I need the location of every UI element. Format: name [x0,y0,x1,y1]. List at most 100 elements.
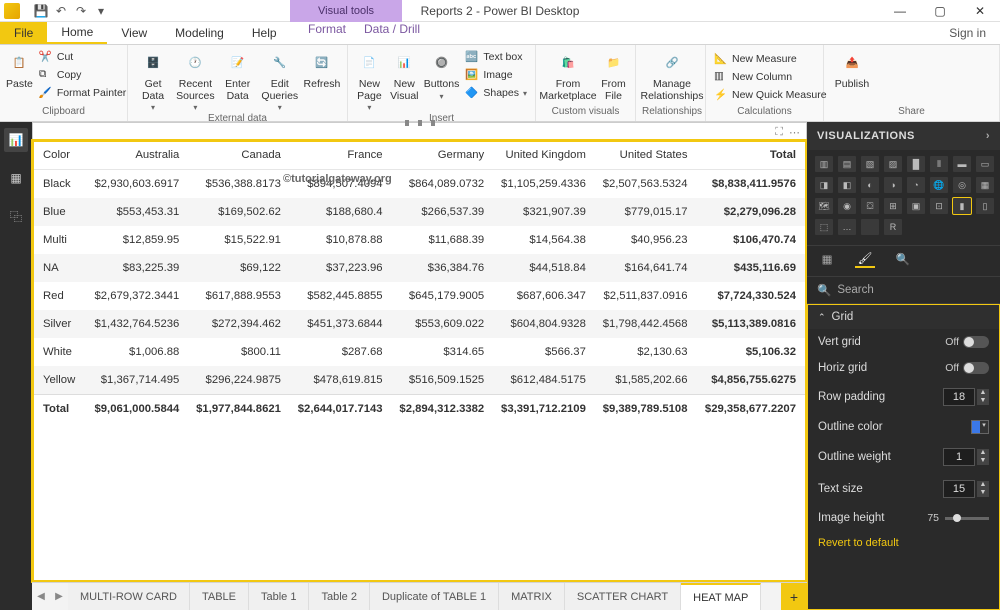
save-icon[interactable]: 💾 [34,4,48,18]
viz-type-chip[interactable]: ▮ [953,198,971,214]
table-row[interactable]: Multi$12,859.95$15,522.91$10,878.88$11,6… [33,226,806,254]
outline-weight-spinner[interactable]: ▲▼ [943,448,989,466]
viz-type-chip[interactable]: ▤ [838,156,856,172]
enter-data-button[interactable]: 📝Enter Data [219,47,257,102]
viz-type-chip[interactable]: ⛋ [861,198,879,214]
viz-type-chip[interactable]: ▬ [953,156,971,172]
add-page-button[interactable]: + [781,583,807,610]
viz-type-chip[interactable]: R [884,219,902,235]
maximize-button[interactable]: ▢ [920,0,960,22]
column-header[interactable]: United Kingdom [490,141,592,170]
viz-type-chip[interactable]: ▥ [815,156,833,172]
grid-section-header[interactable]: ⌃ Grid [808,305,999,329]
format-search[interactable]: 🔍 Search [807,277,1000,304]
matrix-visual[interactable]: ©tutorialgateway.org ColorAustraliaCanad… [33,141,806,581]
sign-in-link[interactable]: Sign in [935,22,1000,44]
column-header[interactable]: Canada [185,141,287,170]
model-view-button[interactable]: ⿻ [4,204,28,228]
image-button[interactable]: 🖼️Image [463,67,529,83]
get-data-button[interactable]: 🗄️Get Data▾ [134,47,172,113]
refresh-button[interactable]: 🔄Refresh [303,47,341,91]
new-measure-button[interactable]: 📐New Measure [712,51,829,67]
viz-type-chip[interactable] [861,219,879,235]
viz-type-chip[interactable]: ⬚ [815,219,833,235]
viz-type-chip[interactable]: █ [907,156,925,172]
page-nav-next[interactable]: ▶ [50,583,68,610]
viz-type-chip[interactable]: ⫴ [930,156,948,172]
qat-dropdown-icon[interactable]: ▾ [94,4,108,18]
horiz-grid-toggle[interactable]: Off [945,362,989,374]
column-header[interactable]: Color [33,141,84,170]
viz-type-chip[interactable]: ◑ [884,177,902,193]
text-size-spinner[interactable]: ▲▼ [943,480,989,498]
table-row[interactable]: Red$2,679,372.3441$617,888.9553$582,445.… [33,282,806,310]
page-tab[interactable]: MATRIX [499,583,565,610]
tab-data-drill[interactable]: Data / Drill [350,22,434,36]
viz-type-chip[interactable]: ▭ [976,156,994,172]
viz-type-chip[interactable]: 🗺 [815,198,833,214]
paste-button[interactable]: 📋 Paste [6,47,33,91]
outline-color-picker[interactable]: ▾ [971,420,989,434]
new-page-button[interactable]: 📄New Page▾ [354,47,385,113]
viz-type-chip[interactable]: ◉ [838,198,856,214]
page-tab[interactable]: Table 1 [249,583,309,610]
format-painter-button[interactable]: 🖌️Format Painter [37,85,128,101]
vert-grid-toggle[interactable]: Off [945,336,989,348]
format-tab[interactable]: 🖌 [855,250,875,268]
from-marketplace-button[interactable]: 🛍️From Marketplace [542,47,594,102]
viz-type-chip[interactable]: ◨ [815,177,833,193]
report-view-button[interactable]: 📊 [4,128,28,152]
visual-options-icon[interactable]: ⋯ [789,126,800,139]
undo-icon[interactable]: ↶ [54,4,68,18]
new-quick-measure-button[interactable]: ⚡New Quick Measure [712,87,829,103]
tab-modeling[interactable]: Modeling [161,22,238,44]
viz-type-chip[interactable]: ▦ [976,177,994,193]
minimize-button[interactable]: — [880,0,920,22]
new-column-button[interactable]: ▥New Column [712,69,829,85]
viz-type-chip[interactable]: ▣ [907,198,925,214]
viz-type-chip[interactable]: ⊡ [930,198,948,214]
page-nav-prev[interactable]: ◀ [32,583,50,610]
revert-to-default-link[interactable]: Revert to default [808,531,999,555]
column-header[interactable]: Total [694,141,807,170]
page-tab[interactable]: Duplicate of TABLE 1 [370,583,499,610]
viz-type-chip[interactable]: … [838,219,856,235]
text-box-button[interactable]: 🔤Text box [463,49,529,65]
manage-relationships-button[interactable]: 🔗Manage Relationships [642,47,702,102]
recent-sources-button[interactable]: 🕐Recent Sources▾ [176,47,215,113]
table-row[interactable]: NA$83,225.39$69,122$37,223.96$36,384.76$… [33,254,806,282]
tab-help[interactable]: Help [238,22,291,44]
page-tab[interactable]: SCATTER CHART [565,583,681,610]
analytics-tab[interactable]: 🔍 [893,250,913,268]
viz-type-chip[interactable]: ◎ [953,177,971,193]
column-header[interactable]: Germany [389,141,491,170]
table-row[interactable]: Black$2,930,603.6917$536,388.8173$894,50… [33,170,806,199]
new-visual-button[interactable]: 📊New Visual [389,47,420,102]
column-header[interactable]: Australia [84,141,186,170]
page-tab[interactable]: HEAT MAP [681,583,761,610]
tab-view[interactable]: View [107,22,161,44]
edit-queries-button[interactable]: 🔧Edit Queries▾ [261,47,299,113]
buttons-button[interactable]: 🔘Buttons▾ [424,47,460,101]
viz-type-chip[interactable]: 🌐 [930,177,948,193]
image-height-slider[interactable]: 75 [927,512,989,524]
viz-type-chip[interactable]: ▧ [861,156,879,172]
viz-type-chip[interactable]: ◔ [907,177,925,193]
visualizations-header[interactable]: VISUALIZATIONS › [807,122,1000,150]
table-row[interactable]: White$1,006.88$800.11$287.68$314.65$566.… [33,338,806,366]
fields-tab[interactable]: ▦ [817,250,837,268]
viz-type-chip[interactable]: ⊞ [884,198,902,214]
table-row[interactable]: Blue$553,453.31$169,502.62$188,680.4$266… [33,198,806,226]
cut-button[interactable]: ✂️Cut [37,49,128,65]
visual-resize-handle[interactable] [405,120,435,126]
table-row[interactable]: Silver$1,432,764.5236$272,394.462$451,37… [33,310,806,338]
file-menu[interactable]: File [0,22,47,44]
page-tab[interactable]: Table 2 [309,583,369,610]
visual-filters-icon[interactable]: ⛶ [775,126,783,139]
viz-type-chip[interactable]: ▨ [884,156,902,172]
publish-button[interactable]: 📤Publish [830,47,874,91]
viz-type-chip[interactable]: ◐ [861,177,879,193]
page-tab[interactable]: TABLE [190,583,249,610]
close-button[interactable]: ✕ [960,0,1000,22]
from-file-button[interactable]: 📁From File [598,47,629,102]
